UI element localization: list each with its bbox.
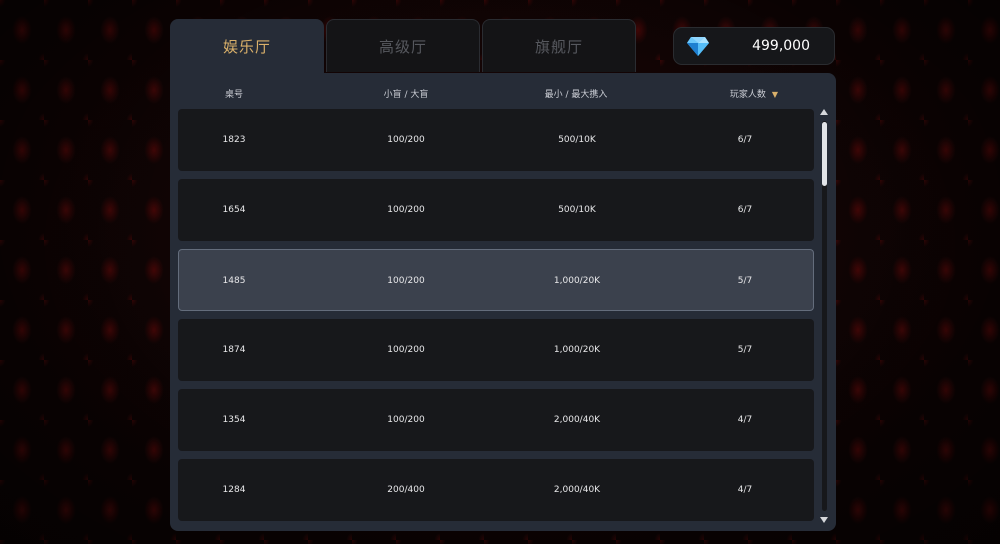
cell-table-no: 1354 bbox=[222, 415, 246, 425]
cell-blinds: 200/400 bbox=[387, 485, 425, 495]
cell-table-no: 1823 bbox=[222, 135, 246, 145]
hall-tabs: 娱乐厅 高级厅 旗舰厅 bbox=[170, 19, 636, 74]
cell-players: 6/7 bbox=[737, 135, 753, 145]
list-scrollbar[interactable] bbox=[818, 109, 830, 523]
cell-buy-in: 500/10K bbox=[558, 135, 596, 145]
column-header-players[interactable]: 玩家人数 ▼ bbox=[730, 87, 778, 100]
diamond-icon bbox=[687, 37, 709, 56]
table-header: 桌号 小盲 / 大盲 最小 / 最大携入 玩家人数 ▼ bbox=[170, 87, 836, 103]
tab-flagship-hall[interactable]: 旗舰厅 bbox=[482, 19, 636, 72]
table-row[interactable]: 1654 100/200 500/10K 6/7 bbox=[178, 179, 814, 241]
sort-desc-icon[interactable]: ▼ bbox=[772, 90, 778, 99]
balance-display: 499,000 bbox=[673, 27, 835, 65]
table-row-selected[interactable]: 1485 100/200 1,000/20K 5/7 bbox=[178, 249, 814, 311]
scroll-up-arrow-icon[interactable] bbox=[820, 109, 828, 115]
column-header-players-label: 玩家人数 bbox=[729, 90, 766, 100]
cell-blinds: 100/200 bbox=[387, 415, 425, 425]
table-row[interactable]: 1284 200/400 2,000/40K 4/7 bbox=[178, 459, 814, 521]
tab-entertainment-hall[interactable]: 娱乐厅 bbox=[170, 19, 324, 74]
table-list: 1823 100/200 500/10K 6/7 1654 100/200 50… bbox=[178, 109, 814, 523]
cell-players: 5/7 bbox=[737, 345, 753, 355]
cell-blinds: 100/200 bbox=[387, 276, 425, 286]
column-header-buy-in[interactable]: 最小 / 最大携入 bbox=[545, 87, 608, 100]
cell-players: 4/7 bbox=[737, 415, 753, 425]
tab-premium-hall[interactable]: 高级厅 bbox=[326, 19, 480, 72]
column-header-table-no[interactable]: 桌号 bbox=[225, 87, 243, 100]
cell-blinds: 100/200 bbox=[387, 205, 425, 215]
cell-buy-in: 2,000/40K bbox=[553, 485, 601, 495]
cell-table-no: 1485 bbox=[222, 276, 246, 286]
balance-amount: 499,000 bbox=[752, 38, 810, 54]
cell-buy-in: 1,000/20K bbox=[553, 276, 601, 286]
cell-table-no: 1874 bbox=[222, 345, 246, 355]
table-row[interactable]: 1354 100/200 2,000/40K 4/7 bbox=[178, 389, 814, 451]
cell-buy-in: 1,000/20K bbox=[553, 345, 601, 355]
scroll-thumb[interactable] bbox=[822, 122, 827, 186]
cell-players: 6/7 bbox=[737, 205, 753, 215]
column-header-blinds[interactable]: 小盲 / 大盲 bbox=[384, 87, 429, 100]
cell-players: 4/7 bbox=[737, 485, 753, 495]
table-row[interactable]: 1823 100/200 500/10K 6/7 bbox=[178, 109, 814, 171]
cell-table-no: 1654 bbox=[222, 205, 246, 215]
cell-buy-in: 500/10K bbox=[558, 205, 596, 215]
table-row[interactable]: 1874 100/200 1,000/20K 5/7 bbox=[178, 319, 814, 381]
cell-players: 5/7 bbox=[737, 276, 753, 286]
table-list-panel: 桌号 小盲 / 大盲 最小 / 最大携入 玩家人数 ▼ 1823 100/200 … bbox=[170, 73, 836, 531]
scroll-track[interactable] bbox=[822, 121, 827, 511]
scroll-down-arrow-icon[interactable] bbox=[820, 517, 828, 523]
cell-blinds: 100/200 bbox=[387, 135, 425, 145]
cell-buy-in: 2,000/40K bbox=[553, 415, 601, 425]
cell-blinds: 100/200 bbox=[387, 345, 425, 355]
cell-table-no: 1284 bbox=[222, 485, 246, 495]
